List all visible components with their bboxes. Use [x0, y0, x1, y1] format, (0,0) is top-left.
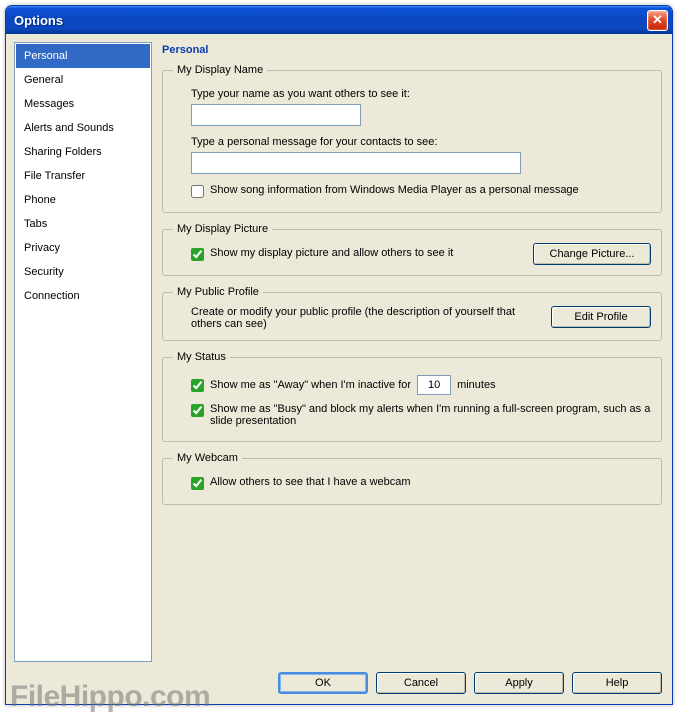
- category-sidebar: PersonalGeneralMessagesAlerts and Sounds…: [14, 42, 152, 662]
- sidebar-item-security[interactable]: Security: [16, 260, 150, 284]
- content-panel: Personal My Display Name Type your name …: [160, 42, 664, 662]
- label-show-picture: Show my display picture and allow others…: [210, 247, 521, 259]
- label-busy: Show me as "Busy" and block my alerts wh…: [210, 403, 651, 427]
- sidebar-item-messages[interactable]: Messages: [16, 92, 150, 116]
- legend-display-name: My Display Name: [173, 64, 267, 76]
- sidebar-item-file-transfer[interactable]: File Transfer: [16, 164, 150, 188]
- sidebar-item-alerts-and-sounds[interactable]: Alerts and Sounds: [16, 116, 150, 140]
- button-change-picture[interactable]: Change Picture...: [533, 243, 651, 265]
- button-help[interactable]: Help: [572, 672, 662, 694]
- group-public-profile: My Public Profile Create or modify your …: [162, 286, 662, 341]
- sidebar-item-connection[interactable]: Connection: [16, 284, 150, 308]
- sidebar-item-privacy[interactable]: Privacy: [16, 236, 150, 260]
- sidebar-item-general[interactable]: General: [16, 68, 150, 92]
- checkbox-busy[interactable]: [191, 404, 204, 417]
- button-apply[interactable]: Apply: [474, 672, 564, 694]
- checkbox-show-song[interactable]: [191, 185, 204, 198]
- titlebar: Options ✕: [6, 6, 672, 34]
- label-personal-message: Type a personal message for your contact…: [191, 136, 651, 148]
- label-away-before: Show me as "Away" when I'm inactive for: [210, 379, 411, 391]
- label-away: Show me as "Away" when I'm inactive for …: [210, 375, 651, 395]
- label-show-song: Show song information from Windows Media…: [210, 184, 651, 196]
- button-ok[interactable]: OK: [278, 672, 368, 694]
- label-name: Type your name as you want others to see…: [191, 88, 651, 100]
- sidebar-item-personal[interactable]: Personal: [16, 44, 150, 68]
- footer-buttons: OK Cancel Apply Help: [6, 666, 672, 704]
- legend-display-picture: My Display Picture: [173, 223, 272, 235]
- legend-public-profile: My Public Profile: [173, 286, 263, 298]
- sidebar-item-sharing-folders[interactable]: Sharing Folders: [16, 140, 150, 164]
- public-profile-desc: Create or modify your public profile (th…: [191, 306, 539, 330]
- input-personal-message[interactable]: [191, 152, 521, 174]
- label-away-after: minutes: [457, 379, 496, 391]
- group-display-name: My Display Name Type your name as you wa…: [162, 64, 662, 213]
- button-edit-profile[interactable]: Edit Profile: [551, 306, 651, 328]
- close-button[interactable]: ✕: [647, 10, 668, 31]
- checkbox-show-picture[interactable]: [191, 248, 204, 261]
- close-icon: ✕: [652, 12, 663, 27]
- group-status: My Status Show me as "Away" when I'm ina…: [162, 351, 662, 442]
- options-window: Options ✕ PersonalGeneralMessagesAlerts …: [5, 5, 673, 705]
- panel-title: Personal: [162, 44, 664, 56]
- input-away-minutes[interactable]: [417, 375, 451, 395]
- legend-status: My Status: [173, 351, 230, 363]
- legend-webcam: My Webcam: [173, 452, 242, 464]
- sidebar-item-phone[interactable]: Phone: [16, 188, 150, 212]
- checkbox-away[interactable]: [191, 379, 204, 392]
- group-webcam: My Webcam Allow others to see that I hav…: [162, 452, 662, 505]
- checkbox-webcam[interactable]: [191, 477, 204, 490]
- label-webcam: Allow others to see that I have a webcam: [210, 476, 651, 488]
- input-display-name[interactable]: [191, 104, 361, 126]
- window-body: PersonalGeneralMessagesAlerts and Sounds…: [6, 34, 672, 666]
- window-title: Options: [14, 13, 647, 28]
- group-display-picture: My Display Picture Show my display pictu…: [162, 223, 662, 276]
- button-cancel[interactable]: Cancel: [376, 672, 466, 694]
- sidebar-item-tabs[interactable]: Tabs: [16, 212, 150, 236]
